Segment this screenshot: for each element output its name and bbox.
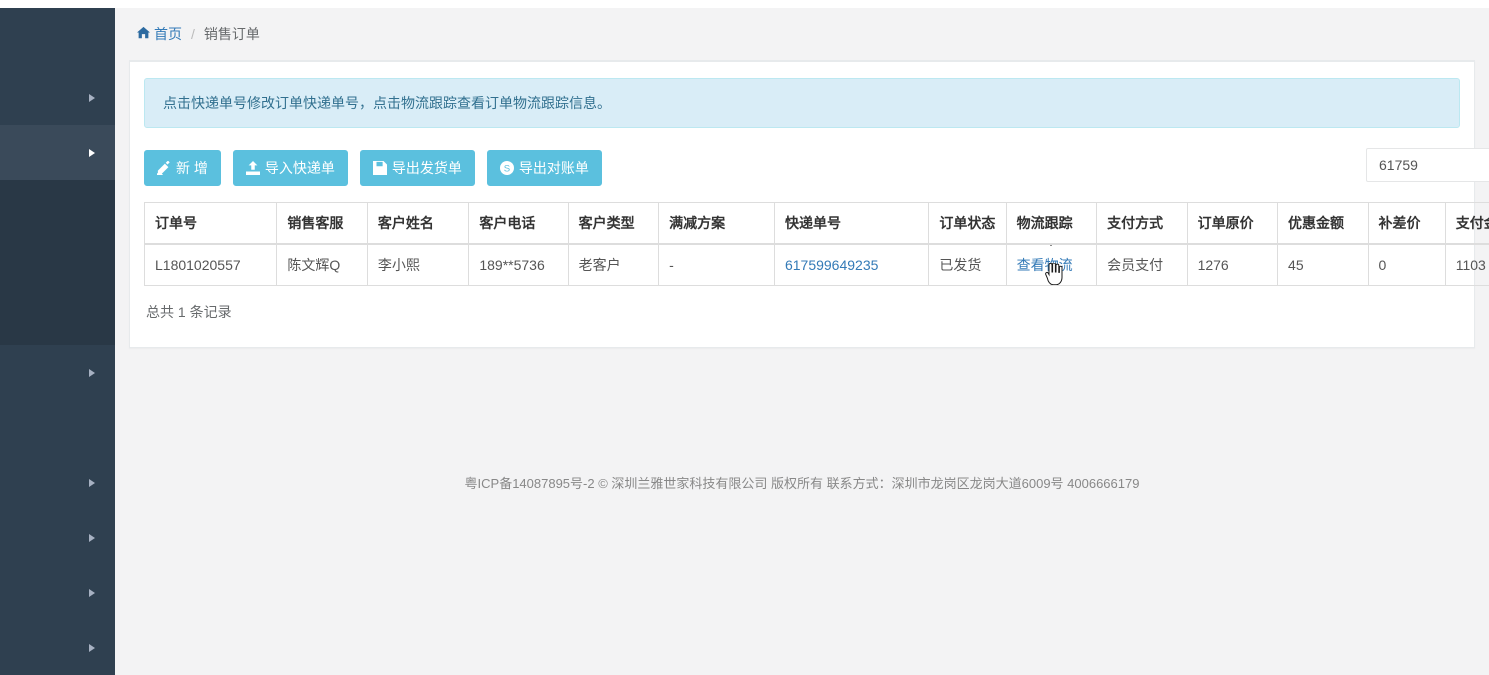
cell-customer-phone: 189**5736 <box>468 243 569 286</box>
cell-extra-price: 0 <box>1368 243 1446 286</box>
th-original-price: 订单原价 <box>1187 202 1279 245</box>
sidebar-subitem-sales-order[interactable]: 订单 <box>0 180 115 235</box>
sidebar-item-2[interactable]: 管理 <box>0 345 115 400</box>
breadcrumb-current: 销售订单 <box>203 26 260 42</box>
search-input[interactable] <box>1366 148 1489 182</box>
pencil-square-icon <box>157 161 171 175</box>
import-express-button-label: 导入快递单 <box>264 160 335 176</box>
cell-customer-name: 李小熙 <box>367 243 470 286</box>
cell-sales-service: 陈文辉Q <box>276 243 368 286</box>
record-count: 总共 1 条记录 <box>146 304 232 320</box>
sidebar-inner: 台 管理 管理 订单 订单 订单 管理 反馈 <box>0 8 115 675</box>
upload-icon <box>245 161 260 175</box>
export-statement-button[interactable]: S 导出对账单 <box>486 150 602 186</box>
sidebar: 台 管理 管理 订单 订单 订单 管理 反馈 <box>0 8 115 675</box>
sidebar-item-7[interactable]: 管理 <box>0 620 115 675</box>
tracking-no-link[interactable]: 617599649235 <box>785 257 878 273</box>
sidebar-group-orders: 管理 订单 订单 订单 <box>0 125 115 345</box>
sidebar-brand: 台 <box>0 8 115 70</box>
add-button-label: 新 增 <box>176 160 208 176</box>
cell-order-no: L1801020557 <box>143 243 278 286</box>
yen-circle-icon: S <box>499 161 514 175</box>
cell-discount-plan: - <box>658 243 775 286</box>
toolbar: 新 增 导入快递单 导出发货单 S 导出对账单 61759 <box>144 148 1489 186</box>
breadcrumb-separator: / <box>191 26 195 42</box>
export-shipping-button-label: 导出发货单 <box>391 160 462 176</box>
breadcrumb: 首页 / 销售订单 <box>115 8 1489 60</box>
save-icon <box>372 161 387 175</box>
th-discount-plan: 满减方案 <box>658 202 775 245</box>
chevron-right-icon <box>89 588 95 597</box>
chevron-right-icon <box>89 643 95 652</box>
table-row: L1801020557 陈文辉Q 李小熙 189**5736 老客户 - 617… <box>143 243 1489 286</box>
sidebar-item-3[interactable]: 反馈 <box>0 400 115 455</box>
cell-customer-type: 老客户 <box>568 243 660 286</box>
cell-order-status: 已发货 <box>928 243 1007 286</box>
export-statement-button-label: 导出对账单 <box>518 160 589 176</box>
chevron-right-icon <box>89 93 95 102</box>
svg-text:S: S <box>504 164 510 175</box>
th-customer-name: 客户姓名 <box>367 202 470 245</box>
sidebar-item-1[interactable]: 管理 <box>0 125 115 180</box>
th-pay-method: 支付方式 <box>1096 202 1188 245</box>
sidebar-subitem-order-2[interactable]: 订单 <box>0 235 115 290</box>
add-button[interactable]: 新 增 <box>144 150 221 186</box>
th-logistics: 物流跟踪 <box>1006 202 1098 245</box>
cell-logistics[interactable]: 点击可以查看快递信息 查看物流 <box>1006 243 1098 286</box>
cell-original-price: 1276 <box>1187 243 1279 286</box>
th-sales-service: 销售客服 <box>276 202 368 245</box>
sidebar-item-5[interactable]: 管理 <box>0 510 115 565</box>
sidebar-subitem-order-3[interactable]: 订单 <box>0 290 115 345</box>
th-order-no: 订单号 <box>143 202 278 245</box>
orders-table-wrap: 订单号 销售客服 客户姓名 客户电话 客户类型 满减方案 快递单号 订单状态 物… <box>143 202 1489 286</box>
content-panel: 点击快递单号修改订单快递单号，点击物流跟踪查看订单物流跟踪信息。 新 增 导入快… <box>129 60 1489 348</box>
breadcrumb-home-link[interactable]: 首页 <box>137 24 182 44</box>
th-discount-amount: 优惠金额 <box>1277 202 1369 245</box>
app-root: 台 管理 管理 订单 订单 订单 管理 反馈 <box>0 0 1489 675</box>
top-strip <box>0 0 1489 8</box>
cell-tracking-no[interactable]: 617599649235 <box>774 243 930 286</box>
footer: 粤ICP备14087895号-2 © 深圳兰雅世家科技有限公司 版权所有 联系方… <box>464 476 1140 491</box>
mouse-cursor-icon <box>1045 262 1063 285</box>
th-paid-amount: 支付金额 <box>1445 202 1489 245</box>
th-customer-phone: 客户电话 <box>468 202 569 245</box>
sidebar-item-0[interactable]: 管理 <box>0 70 115 125</box>
cell-discount-amount: 45 <box>1277 243 1369 286</box>
th-customer-type: 客户类型 <box>568 202 660 245</box>
main-content: 首页 / 销售订单 点击快递单号修改订单快递单号，点击物流跟踪查看订单物流跟踪信… <box>115 8 1489 675</box>
sidebar-item-4[interactable]: 帐号 <box>0 455 115 510</box>
chevron-right-icon <box>89 533 95 542</box>
chevron-right-icon <box>89 478 95 487</box>
sidebar-item-6[interactable]: 管理 <box>0 565 115 620</box>
chevron-right-icon <box>89 148 95 157</box>
table-header-row: 订单号 销售客服 客户姓名 客户电话 客户类型 满减方案 快递单号 订单状态 物… <box>143 202 1489 245</box>
home-icon <box>137 26 150 42</box>
import-express-button[interactable]: 导入快递单 <box>232 150 348 186</box>
export-shipping-button[interactable]: 导出发货单 <box>359 150 475 186</box>
th-order-status: 订单状态 <box>928 202 1007 245</box>
orders-table: 订单号 销售客服 客户姓名 客户电话 客户类型 满减方案 快递单号 订单状态 物… <box>143 202 1489 286</box>
breadcrumb-home-label: 首页 <box>154 26 182 42</box>
cell-paid-amount: 1103 <box>1445 243 1489 286</box>
search-area <box>1366 148 1489 182</box>
chevron-right-icon <box>89 368 95 377</box>
cell-pay-method: 会员支付 <box>1096 243 1188 286</box>
th-tracking-no: 快递单号 <box>774 202 930 245</box>
info-alert: 点击快递单号修改订单快递单号，点击物流跟踪查看订单物流跟踪信息。 <box>144 78 1460 128</box>
th-extra-price: 补差价 <box>1368 202 1446 245</box>
